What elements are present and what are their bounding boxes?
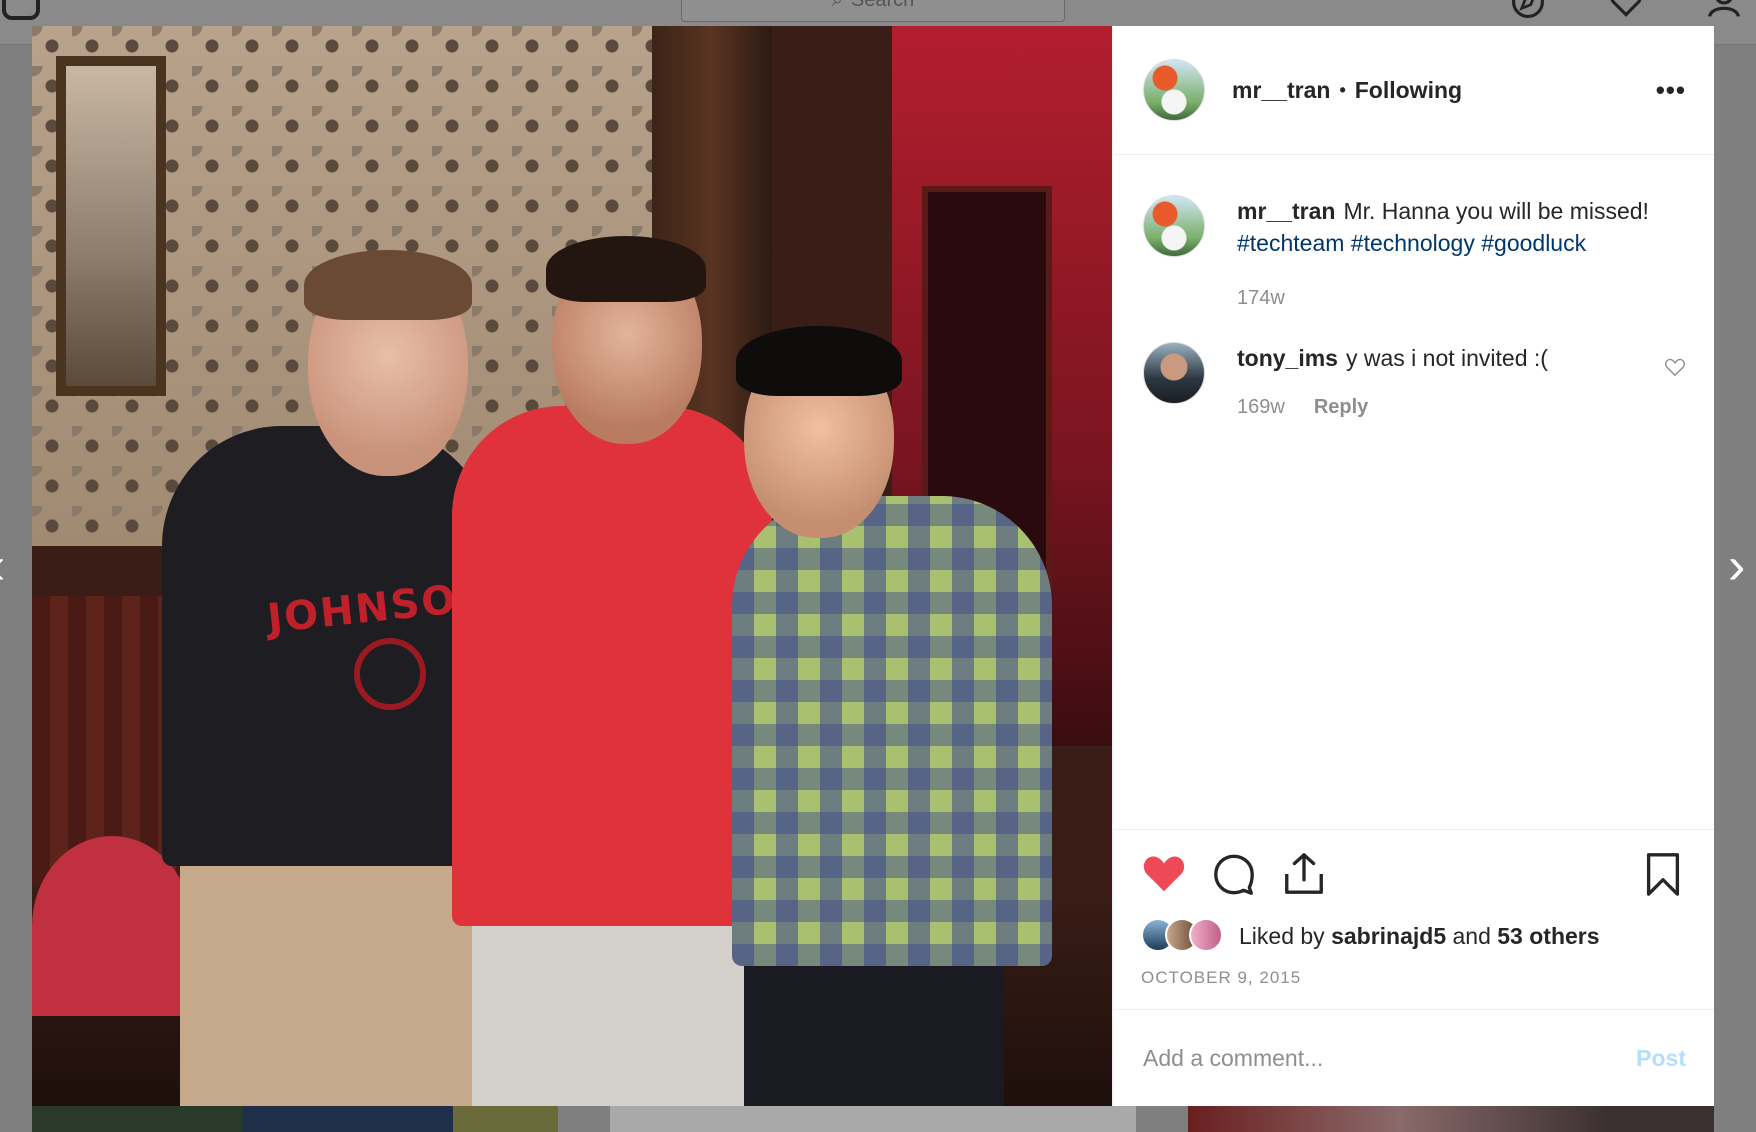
- likes-summary: Liked by sabrinajd5 and 53 others: [1141, 918, 1686, 954]
- likes-others-link[interactable]: 53 others: [1497, 923, 1599, 949]
- liker-avatars: [1141, 918, 1233, 954]
- comment-input[interactable]: [1143, 1044, 1637, 1072]
- caption: mr__tran Mr. Hanna you will be missed! #t…: [1143, 195, 1686, 310]
- header-separator: •: [1339, 79, 1346, 100]
- instagram-logo-icon[interactable]: [2, 0, 40, 20]
- avatar[interactable]: [1189, 918, 1223, 952]
- grid-thumbnail[interactable]: [610, 1106, 1136, 1132]
- liker-username[interactable]: sabrinajd5: [1331, 923, 1446, 949]
- comment-item: tony_ims y was i not invited :( 169w Repl…: [1143, 342, 1686, 419]
- post-comment-button[interactable]: Post: [1636, 1045, 1686, 1072]
- more-options-icon[interactable]: •••: [1656, 77, 1686, 103]
- avatar[interactable]: [1143, 195, 1205, 257]
- caption-text: Mr. Hanna you will be missed!: [1343, 198, 1649, 224]
- heart-outline-icon[interactable]: [1664, 356, 1686, 378]
- likes-conjunction: and: [1452, 922, 1491, 949]
- explore-icon[interactable]: [1508, 0, 1548, 20]
- comment-composer: Post: [1113, 1009, 1714, 1106]
- comment-text: y was i not invited :(: [1345, 345, 1548, 371]
- grid-thumbnail[interactable]: [32, 1106, 558, 1132]
- chevron-left-icon[interactable]: ‹: [0, 540, 5, 592]
- search-placeholder: Search: [850, 0, 915, 11]
- grid-thumbnail[interactable]: [1188, 1106, 1714, 1132]
- hashtag-link[interactable]: #techteam: [1237, 230, 1344, 256]
- search-icon: ⌕: [831, 0, 843, 11]
- heart-filled-icon[interactable]: [1141, 851, 1187, 897]
- bookmark-icon[interactable]: [1640, 851, 1686, 897]
- person-right-pants: [744, 956, 1004, 1106]
- person-right-shirt: [732, 496, 1052, 966]
- share-upload-icon[interactable]: [1281, 851, 1327, 897]
- person-left-hair: [304, 250, 472, 320]
- comments-list: mr__tran Mr. Hanna you will be missed! #t…: [1113, 155, 1714, 829]
- post-photo[interactable]: JOHNSON: [32, 26, 1112, 1106]
- person-middle-shirt: [452, 406, 772, 926]
- avatar[interactable]: [1143, 59, 1205, 121]
- person-right-hair: [736, 326, 902, 396]
- activity-heart-icon[interactable]: [1606, 0, 1646, 20]
- post-author-username[interactable]: mr__tran: [1232, 77, 1330, 104]
- shirt-seal: [354, 638, 426, 710]
- likes-prefix: Liked by: [1239, 922, 1325, 949]
- person-middle-pants: [472, 906, 752, 1106]
- caption-age[interactable]: 174w: [1237, 287, 1285, 310]
- post-actions: Liked by sabrinajd5 and 53 others OCTOBE…: [1113, 829, 1714, 1009]
- caption-username[interactable]: mr__tran: [1237, 198, 1335, 224]
- comment-username[interactable]: tony_ims: [1237, 345, 1338, 371]
- comment-bubble-icon[interactable]: [1211, 851, 1257, 897]
- person-left-shirt: [162, 426, 492, 866]
- post-modal: JOHNSON mr__tran • Following ••• mr__tra: [32, 26, 1714, 1106]
- profile-icon[interactable]: [1704, 0, 1744, 20]
- post-header: mr__tran • Following •••: [1113, 26, 1714, 155]
- photo-painting: [56, 56, 166, 396]
- comment-age[interactable]: 169w: [1237, 396, 1285, 419]
- hashtag-link[interactable]: #goodluck: [1481, 230, 1586, 256]
- reply-button[interactable]: Reply: [1314, 396, 1368, 419]
- hashtag-link[interactable]: #technology: [1351, 230, 1475, 256]
- person-middle-hair: [546, 236, 706, 302]
- chevron-right-icon[interactable]: ›: [1728, 540, 1745, 592]
- follow-status-button[interactable]: Following: [1355, 77, 1462, 104]
- avatar[interactable]: [1143, 342, 1205, 404]
- post-sidebar: mr__tran • Following ••• mr__tran Mr. Han…: [1112, 26, 1714, 1106]
- post-date[interactable]: OCTOBER 9, 2015: [1141, 968, 1686, 988]
- search-input[interactable]: ⌕ Search: [681, 0, 1065, 22]
- person-left-pants: [180, 866, 480, 1106]
